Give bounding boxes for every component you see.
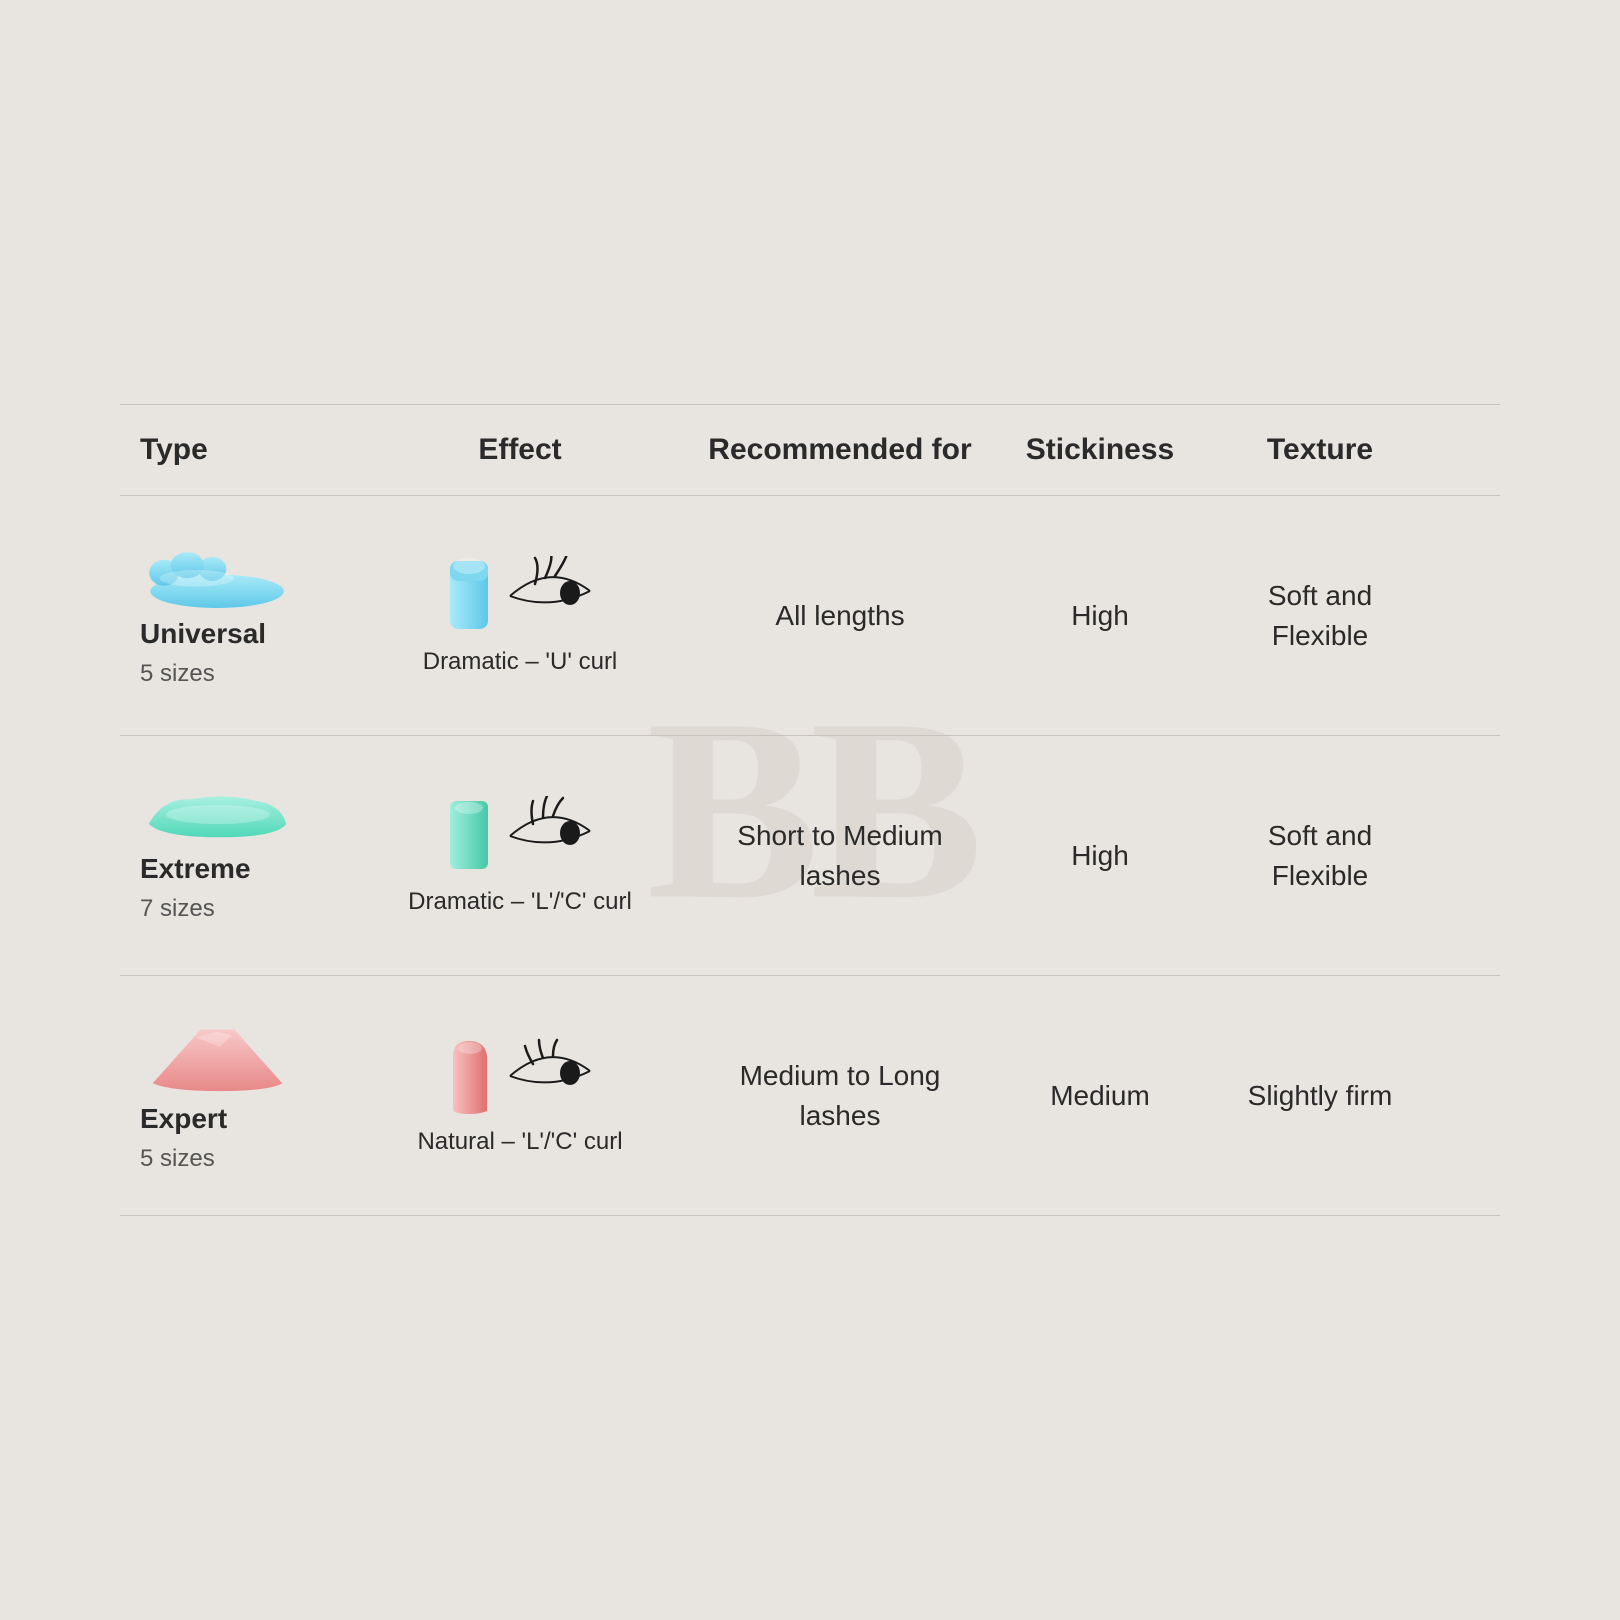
- extreme-mini-pad-icon: [445, 796, 495, 876]
- expert-sizes: 5 sizes: [140, 1145, 215, 1173]
- type-cell-extreme: Extreme 7 sizes: [140, 788, 360, 923]
- effect-images-extreme: [445, 796, 595, 876]
- stickiness-cell-extreme: High: [1000, 840, 1200, 872]
- type-cell-expert: Expert 5 sizes: [140, 1018, 360, 1173]
- row-universal: Universal 5 sizes: [120, 496, 1500, 736]
- col-recommended-header: Recommended for: [680, 433, 1000, 467]
- extreme-texture: Soft andFlexible: [1268, 816, 1372, 894]
- universal-name: Universal: [140, 618, 266, 650]
- universal-texture: Soft andFlexible: [1268, 576, 1372, 654]
- extreme-recommended: Short to Mediumlashes: [737, 816, 942, 894]
- row-extreme: Extreme 7 sizes: [120, 736, 1500, 976]
- recommended-cell-expert: Medium to Longlashes: [680, 1056, 1000, 1134]
- texture-cell-universal: Soft andFlexible: [1200, 576, 1440, 654]
- expert-eye-icon: [505, 1036, 595, 1116]
- expert-stickiness: Medium: [1050, 1080, 1150, 1112]
- expert-pad-icon: [140, 1018, 295, 1093]
- effect-cell-expert: Natural – 'L'/'C' curl: [360, 1036, 680, 1156]
- recommended-cell-universal: All lengths: [680, 596, 1000, 635]
- universal-sizes: 5 sizes: [140, 660, 215, 688]
- universal-recommended: All lengths: [775, 596, 904, 635]
- expert-mini-pad-icon: [445, 1036, 495, 1116]
- effect-images-universal: [445, 556, 595, 636]
- effect-images-expert: [445, 1036, 595, 1116]
- universal-eye-icon: [505, 556, 595, 636]
- universal-mini-pad-icon: [445, 556, 495, 636]
- stickiness-cell-universal: High: [1000, 600, 1200, 632]
- col-texture-header: Texture: [1200, 433, 1440, 467]
- col-stickiness-header: Stickiness: [1000, 433, 1200, 467]
- stickiness-cell-expert: Medium: [1000, 1080, 1200, 1112]
- expert-texture: Slightly firm: [1248, 1076, 1393, 1115]
- universal-pad-icon: [140, 543, 295, 608]
- extreme-stickiness: High: [1071, 840, 1129, 872]
- universal-stickiness: High: [1071, 600, 1129, 632]
- extreme-sizes: 7 sizes: [140, 895, 215, 923]
- universal-effect-label: Dramatic – 'U' curl: [423, 648, 618, 676]
- col-effect-header: Effect: [360, 433, 680, 467]
- row-expert: Expert 5 sizes: [120, 976, 1500, 1216]
- comparison-table: Type Effect Recommended for Stickiness T…: [120, 404, 1500, 1216]
- recommended-cell-extreme: Short to Mediumlashes: [680, 816, 1000, 894]
- extreme-pad-icon: [140, 788, 295, 843]
- expert-name: Expert: [140, 1103, 227, 1135]
- texture-cell-extreme: Soft andFlexible: [1200, 816, 1440, 894]
- extreme-name: Extreme: [140, 853, 251, 885]
- type-cell-universal: Universal 5 sizes: [140, 543, 360, 688]
- texture-cell-expert: Slightly firm: [1200, 1076, 1440, 1115]
- expert-effect-label: Natural – 'L'/'C' curl: [417, 1128, 622, 1156]
- extreme-effect-label: Dramatic – 'L'/'C' curl: [408, 888, 632, 916]
- col-type-header: Type: [140, 433, 360, 467]
- table-header: Type Effect Recommended for Stickiness T…: [120, 404, 1500, 496]
- extreme-eye-icon: [505, 796, 595, 876]
- expert-recommended: Medium to Longlashes: [740, 1056, 941, 1134]
- effect-cell-extreme: Dramatic – 'L'/'C' curl: [360, 796, 680, 916]
- effect-cell-universal: Dramatic – 'U' curl: [360, 556, 680, 676]
